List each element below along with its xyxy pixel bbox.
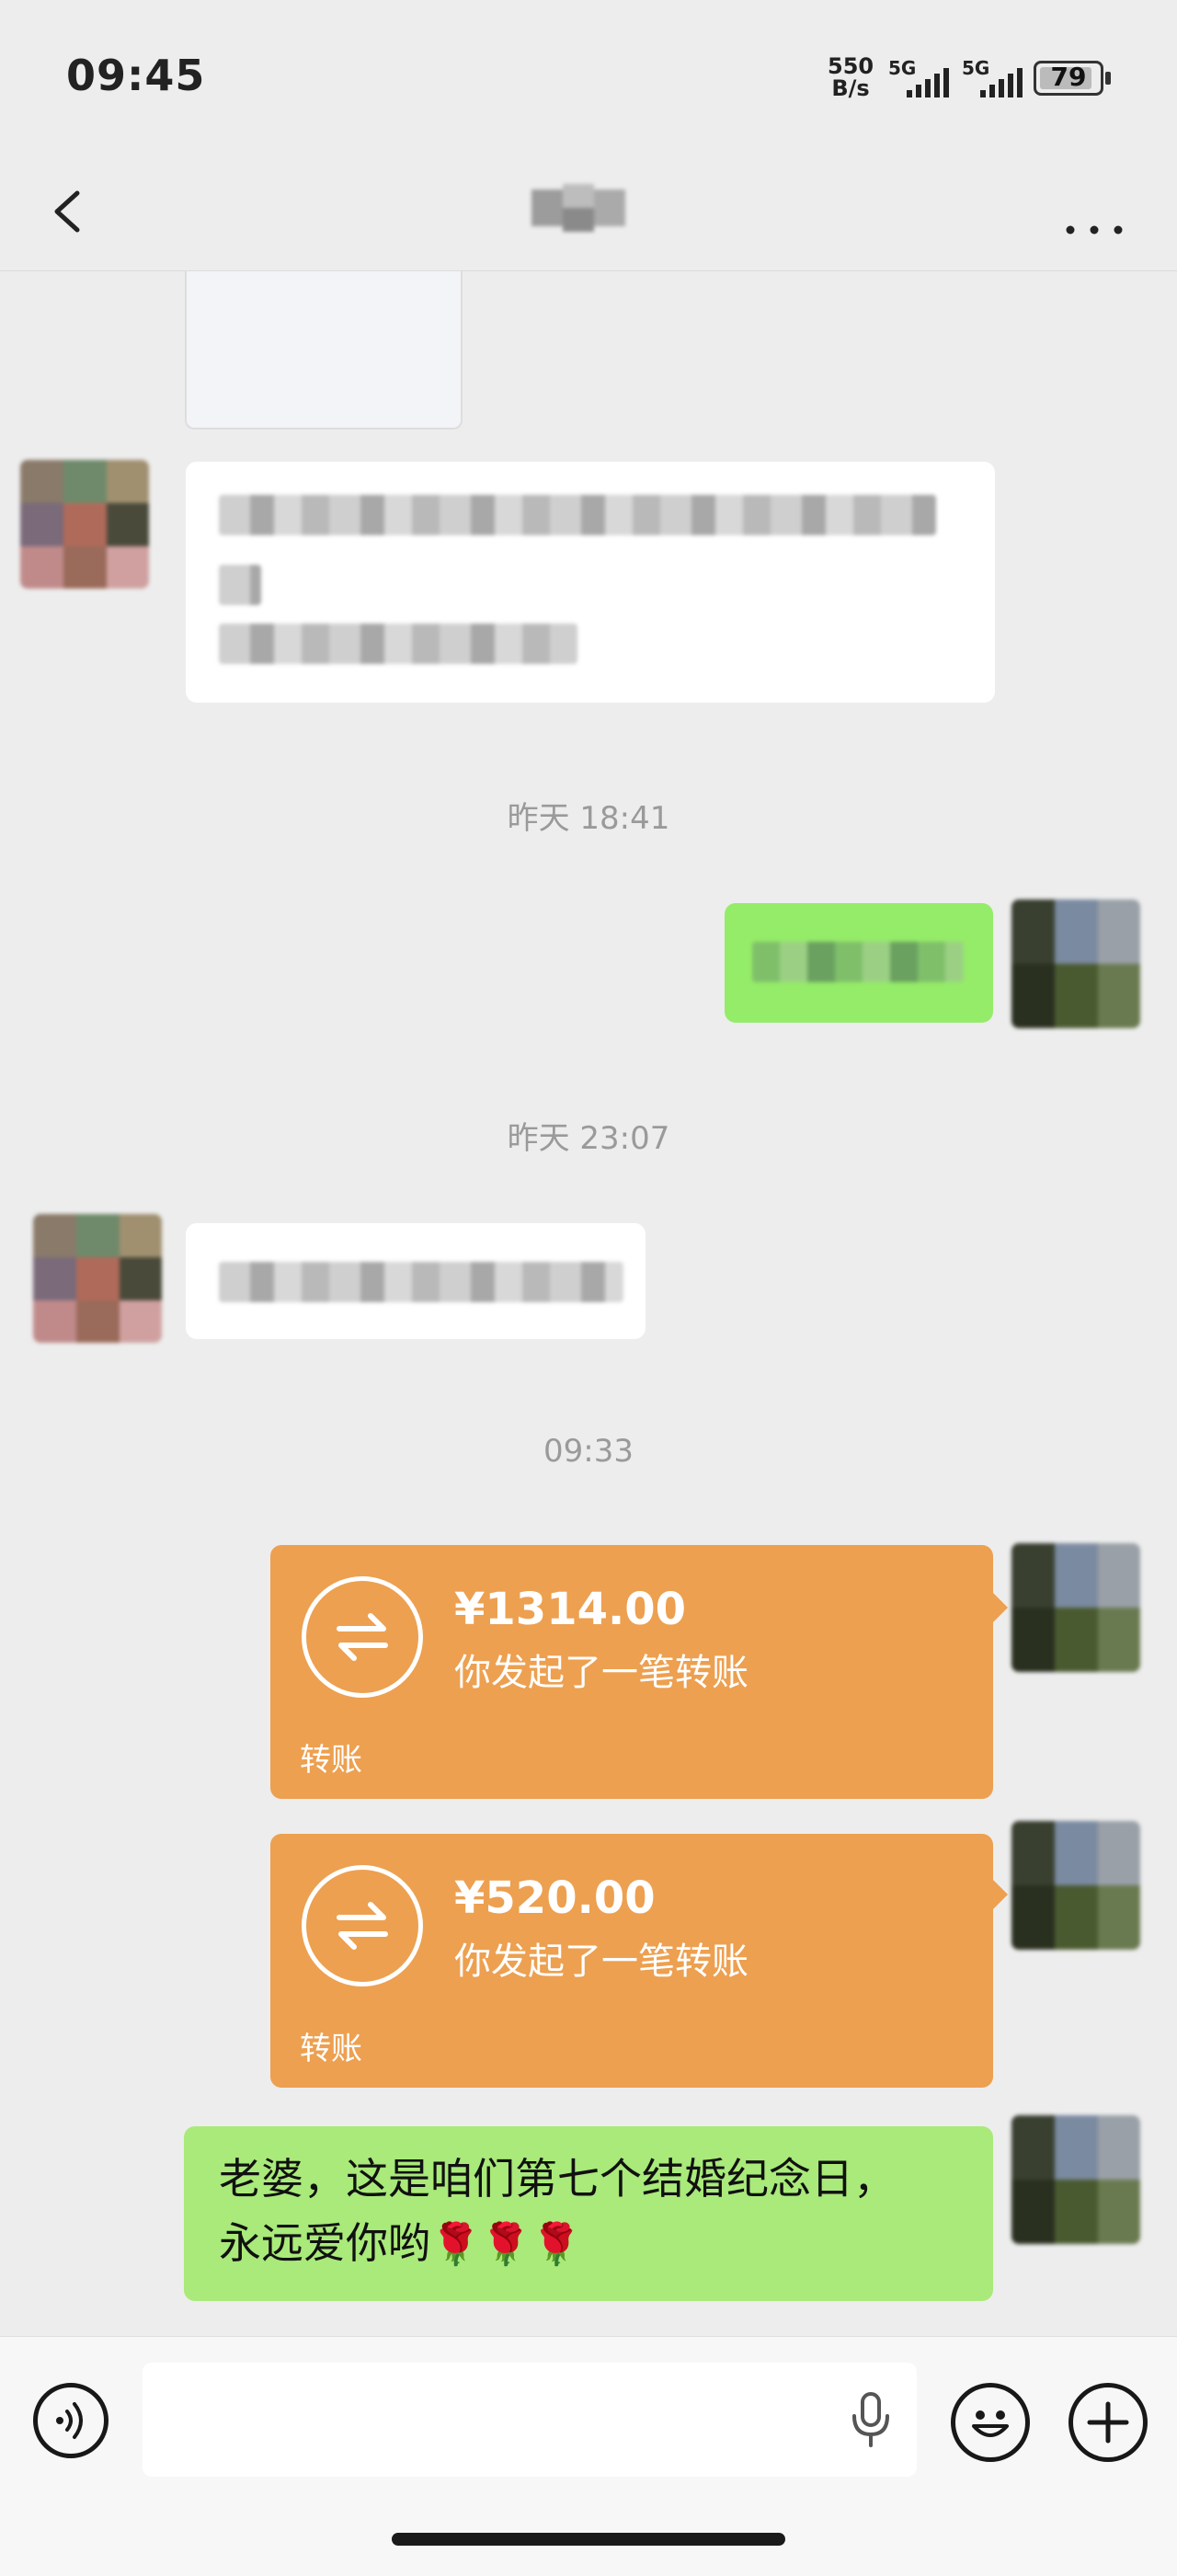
emoji-icon <box>972 2410 1009 2437</box>
redacted-text <box>219 624 577 664</box>
more-actions-button[interactable] <box>1068 2383 1148 2462</box>
back-button[interactable] <box>42 184 97 239</box>
battery-cap <box>1105 72 1111 85</box>
status-bar: 09:45 550 B/s 5G 5G 79 <box>0 0 1177 156</box>
voice-toggle-button[interactable] <box>33 2383 109 2458</box>
battery-level: 79 <box>1050 62 1087 92</box>
bubble-tail <box>993 1880 1008 1909</box>
chat-header <box>0 156 1177 271</box>
status-time: 09:45 <box>66 51 206 100</box>
message-line-2: 永远爱你哟🌹🌹🌹 <box>219 2211 982 2277</box>
message-line-2-text: 永远爱你哟 <box>219 2218 430 2268</box>
avatar[interactable] <box>33 1214 162 1343</box>
transfer-amount: ¥1314.00 <box>454 1584 687 1635</box>
redacted-text <box>219 495 936 535</box>
transfer-label: 转账 <box>300 2031 362 2067</box>
redacted-text <box>219 565 261 605</box>
transfer-description: 你发起了一笔转账 <box>454 1941 748 1983</box>
avatar[interactable] <box>1011 2115 1140 2244</box>
timestamp: 09:33 <box>543 1433 634 1470</box>
avatar[interactable] <box>1011 1543 1140 1672</box>
chat-title-redacted <box>531 184 625 232</box>
redacted-text <box>219 1262 623 1302</box>
message-line-1: 老婆，这是咱们第七个结婚纪念日， <box>219 2154 896 2204</box>
avatar[interactable] <box>1011 899 1140 1028</box>
transfer-icon <box>302 1865 423 1986</box>
network-speed-value: 550 <box>828 53 874 79</box>
voice-icon <box>56 2402 83 2439</box>
message-text: 老婆，这是咱们第七个结婚纪念日， 永远爱你哟🌹🌹🌹 <box>219 2147 982 2277</box>
timestamp: 昨天 23:07 <box>507 1120 670 1157</box>
network-speed: 550 B/s <box>828 55 874 99</box>
more-button[interactable] <box>1057 184 1131 239</box>
redacted-text <box>752 942 964 982</box>
message-bubble-sent[interactable]: 老婆，这是咱们第七个结婚纪念日， 永远爱你哟🌹🌹🌹 <box>184 2126 993 2301</box>
avatar[interactable] <box>20 460 149 589</box>
signal-icon: 5G <box>962 57 1026 97</box>
plus-icon <box>1087 2401 1129 2444</box>
signal-icon: 5G <box>888 57 953 97</box>
message-bubble-received[interactable] <box>186 462 995 703</box>
transfer-card[interactable]: ¥520.00 你发起了一笔转账 转账 <box>270 1834 993 2088</box>
bubble-tail <box>993 1593 1008 1622</box>
battery-icon: 79 <box>1034 61 1103 96</box>
microphone-icon[interactable] <box>849 2390 893 2449</box>
home-indicator[interactable] <box>392 2533 785 2546</box>
message-bubble-sent[interactable] <box>725 903 993 1023</box>
emoji-button[interactable] <box>951 2383 1030 2462</box>
message-bubble-received[interactable] <box>186 1223 646 1339</box>
timestamp: 昨天 18:41 <box>507 800 670 837</box>
transfer-amount: ¥520.00 <box>454 1872 656 1924</box>
message-input[interactable] <box>143 2363 917 2477</box>
signal-generation: 5G <box>888 57 917 79</box>
avatar[interactable] <box>1011 1821 1140 1950</box>
transfer-label: 转账 <box>300 1742 362 1779</box>
transfer-card[interactable]: ¥1314.00 你发起了一笔转账 转账 <box>270 1545 993 1799</box>
message-bubble-partial[interactable] <box>185 271 463 429</box>
rose-emoji: 🌹🌹🌹 <box>430 2221 582 2268</box>
transfer-icon <box>302 1576 423 1698</box>
network-speed-unit: B/s <box>831 75 870 101</box>
transfer-description: 你发起了一笔转账 <box>454 1652 748 1694</box>
chevron-left-icon <box>54 190 80 233</box>
signal-generation: 5G <box>962 57 990 79</box>
more-dots-icon <box>1066 225 1123 235</box>
